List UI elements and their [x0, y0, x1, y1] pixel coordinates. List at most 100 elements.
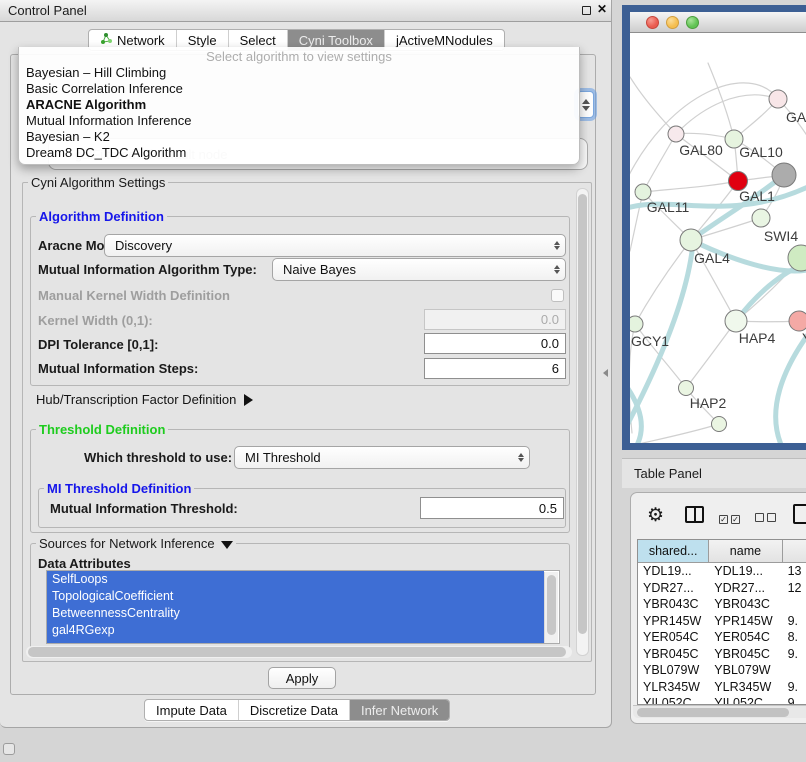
algorithm-option-basic-correlation-inference[interactable]: Basic Correlation Inference	[19, 81, 579, 97]
network-node[interactable]	[772, 163, 796, 187]
network-node-gal80[interactable]	[668, 126, 684, 142]
table-cell[interactable]: YBR043C	[709, 596, 782, 613]
tab-impute-data[interactable]: Impute Data	[145, 700, 238, 720]
close-icon[interactable]: ✕	[597, 2, 607, 16]
network-edge[interactable]	[630, 192, 643, 251]
attribute-item-betweennesscentrality[interactable]: BetweennessCentrality	[47, 605, 544, 622]
mi-steps-field[interactable]	[424, 358, 566, 379]
table-cell[interactable]: YPR145W	[709, 613, 782, 630]
network-node-gal11[interactable]	[635, 184, 651, 200]
settings-vertical-scrollbar[interactable]	[576, 188, 589, 656]
sources-group-title[interactable]: Sources for Network Inference	[36, 536, 236, 551]
dock-corner-chip[interactable]	[3, 743, 15, 755]
list-scrollbar-thumb[interactable]	[547, 575, 556, 635]
table-row[interactable]: YPR145WYPR145W9.	[638, 613, 806, 630]
zoom-traffic-light-icon[interactable]	[686, 16, 699, 29]
manual-kernel-width-checkbox[interactable]	[551, 289, 564, 302]
column-header-shared[interactable]: shared...	[638, 540, 709, 562]
network-node-hap2[interactable]	[679, 381, 694, 396]
table-row[interactable]: YER054CYER054C8.	[638, 629, 806, 646]
table-horizontal-scrollbar[interactable]	[633, 705, 806, 718]
table-cell[interactable]	[783, 596, 806, 613]
spinner-down-icon[interactable]	[582, 106, 590, 111]
settings-horizontal-scrollbar[interactable]	[26, 646, 572, 658]
which-threshold-combobox[interactable]: MI Threshold	[234, 446, 530, 469]
network-edge[interactable]	[686, 321, 736, 388]
dpi-tolerance-field[interactable]	[424, 333, 566, 354]
mi-algorithm-type-combobox[interactable]: Naive Bayes	[272, 258, 566, 281]
table-cell[interactable]: YLR345W	[638, 679, 709, 696]
table-cell[interactable]: YLR345W	[709, 679, 782, 696]
table-row[interactable]: YDL19...YDL19...13	[638, 563, 806, 580]
gear-icon[interactable]: ⚙	[647, 504, 664, 527]
list-scrollbar[interactable]	[544, 572, 558, 643]
network-node-y[interactable]	[789, 311, 806, 331]
tab-infer-network[interactable]: Infer Network	[349, 700, 449, 720]
network-edge[interactable]	[630, 77, 676, 134]
splitpane-collapse-icon[interactable]	[603, 369, 608, 377]
table-cell[interactable]: YBL079W	[638, 662, 709, 679]
table-cell[interactable]: YBR045C	[709, 646, 782, 663]
network-edge[interactable]	[776, 329, 806, 443]
attribute-item-topologicalcoefficient[interactable]: TopologicalCoefficient	[47, 588, 544, 605]
table-cell[interactable]: 9	[783, 695, 806, 704]
network-node-gcy1[interactable]	[630, 316, 643, 332]
table-cell[interactable]: 9.	[783, 613, 806, 630]
table-row[interactable]: YBR043CYBR043C	[638, 596, 806, 613]
table-row[interactable]: YIL052CYIL052C9	[638, 695, 806, 704]
document-icon[interactable]	[793, 504, 806, 524]
network-node[interactable]	[712, 417, 727, 432]
expand-arrow-icon[interactable]	[244, 394, 253, 406]
tab-discretize-data[interactable]: Discretize Data	[238, 700, 349, 720]
control-panel-titlebar[interactable]: Control Panel ✕	[0, 0, 611, 22]
aracne-mode-combobox[interactable]: Discovery	[104, 234, 566, 257]
unchecked-boxes-icon[interactable]	[755, 509, 779, 527]
network-node[interactable]	[769, 90, 787, 108]
table-cell[interactable]: 9.	[783, 679, 806, 696]
network-node-swi4[interactable]	[752, 209, 770, 227]
data-attributes-list[interactable]: SelfLoopsTopologicalCoefficientBetweenne…	[46, 570, 560, 644]
network-node[interactable]	[788, 245, 806, 271]
table-row[interactable]: YBL079WYBL079W	[638, 662, 806, 679]
table-cell[interactable]: YIL052C	[638, 695, 709, 704]
network-view-window[interactable]: GALGAL80GAL10GAL1GAL11SWI4GAL4GCY1HAP4YH…	[622, 5, 806, 450]
network-edge[interactable]	[708, 63, 734, 139]
network-canvas[interactable]: GALGAL80GAL10GAL1GAL11SWI4GAL4GCY1HAP4YH…	[630, 33, 806, 443]
table-row[interactable]: YDR27...YDR27...12	[638, 580, 806, 597]
settings-vscroll-thumb[interactable]	[578, 194, 587, 634]
table-cell[interactable]: 8.	[783, 629, 806, 646]
network-edge[interactable]	[635, 240, 691, 324]
network-node-gal4[interactable]	[680, 229, 702, 251]
column-header-name[interactable]: name	[709, 540, 782, 562]
network-edge[interactable]	[643, 134, 676, 192]
table-cell[interactable]: YPR145W	[638, 613, 709, 630]
table-cell[interactable]	[783, 662, 806, 679]
network-edge[interactable]	[630, 83, 778, 181]
table-row[interactable]: YBR045CYBR045C9.	[638, 646, 806, 663]
table-cell[interactable]: YDR27...	[709, 580, 782, 597]
table-cell[interactable]: YDR27...	[638, 580, 709, 597]
attribute-item-gal4rgexp[interactable]: gal4RGexp	[47, 622, 544, 639]
algorithm-option-bayesian-k2[interactable]: Bayesian – K2	[19, 129, 579, 145]
apply-button[interactable]: Apply	[268, 667, 336, 689]
table-cell[interactable]: YDL19...	[709, 563, 782, 580]
algorithm-option-aracne-algorithm[interactable]: ARACNE Algorithm	[19, 97, 579, 113]
table-cell[interactable]: 12	[783, 580, 806, 597]
table-cell[interactable]: YBR043C	[638, 596, 709, 613]
table-cell[interactable]: YDL19...	[638, 563, 709, 580]
table-cell[interactable]: 9.	[783, 646, 806, 663]
algorithm-option-dream8-dc-tdc-algorithm[interactable]: Dream8 DC_TDC Algorithm	[19, 145, 579, 161]
hub-definition-toggle[interactable]: Hub/Transcription Factor Definition	[36, 392, 253, 407]
settings-hscroll-thumb[interactable]	[28, 647, 566, 657]
column-header-a[interactable]: A	[783, 540, 806, 562]
checked-boxes-icon[interactable]: ✓✓	[719, 509, 743, 527]
minimize-traffic-light-icon[interactable]	[666, 16, 679, 29]
mi-threshold-field[interactable]	[420, 497, 564, 519]
network-window-titlebar[interactable]	[630, 12, 806, 33]
table-hscroll-thumb[interactable]	[637, 708, 789, 717]
kernel-width-field[interactable]	[424, 309, 566, 330]
network-edge[interactable]	[634, 424, 719, 443]
algorithm-option-bayesian-hill-climbing[interactable]: Bayesian – Hill Climbing	[19, 65, 579, 81]
table-cell[interactable]: YBR045C	[638, 646, 709, 663]
algorithm-option-mutual-information-inference[interactable]: Mutual Information Inference	[19, 113, 579, 129]
